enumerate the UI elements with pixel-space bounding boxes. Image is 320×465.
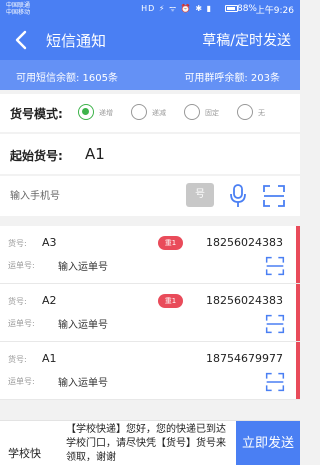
recipient-list: 货号: A3 重1 18256024383 运单号: 输入运单号 货号: A2 … (0, 226, 300, 400)
code-label: 货号: (8, 355, 27, 364)
code-value: A1 (42, 352, 57, 365)
balance-bar: 可用短信余额: 1605条 可用群呼余额: 203条 (0, 60, 300, 90)
call-balance: 可用群呼余额: 203条 (184, 73, 280, 84)
clock: 上午9:26 (255, 6, 294, 16)
list-item[interactable]: 货号: A3 重1 18256024383 运单号: 输入运单号 (0, 226, 300, 284)
code-mode-row: 货号模式: 递增 递减 固定 无 (0, 94, 300, 132)
waybill-input[interactable]: 输入运单号 (58, 258, 108, 273)
status-bar: 中国联通 中国移动 HD ⚡ ᯤ ⏰ ✱ ▮ 88% 上午9:26 (0, 0, 300, 20)
list-item[interactable]: 货号: A1 18754679977 运单号: 输入运单号 (0, 342, 300, 400)
code-value: A2 (42, 294, 57, 307)
send-now-button[interactable]: 立即发送 (236, 421, 300, 465)
radio-unchecked-icon (237, 104, 253, 120)
waybill-input[interactable]: 输入运单号 (58, 316, 108, 331)
radio-none-label: 无 (258, 109, 265, 117)
carrier-2: 中国移动 (6, 9, 31, 16)
repeat-badge: 重1 (158, 236, 183, 250)
phone-number: 18754679977 (206, 352, 283, 365)
scan-icon[interactable] (265, 314, 285, 334)
code-label: 货号: (8, 239, 27, 248)
battery-percent: 88% (236, 4, 257, 14)
radio-fixed-label: 固定 (205, 109, 219, 117)
start-code-value[interactable]: A1 (85, 145, 105, 163)
list-item[interactable]: 货号: A2 重1 18256024383 运单号: 输入运单号 (0, 284, 300, 342)
swipe-delete-indicator[interactable] (296, 226, 300, 283)
status-icons: HD ⚡ ᯤ ⏰ ✱ ▮ (141, 4, 212, 13)
swipe-delete-indicator[interactable] (296, 284, 300, 341)
bottom-bar: 学校快 【学校快递】您好，您的快递已到达学校门口，请尽快凭【货号】货号来领取，谢… (0, 420, 300, 465)
message-content[interactable]: 【学校快递】您好，您的快递已到达学校门口，请尽快凭【货号】货号来领取，谢谢 (66, 423, 233, 465)
template-name[interactable]: 学校快 (8, 445, 41, 461)
sms-balance: 可用短信余额: 1605条 (16, 73, 118, 84)
swipe-delete-indicator[interactable] (296, 342, 300, 399)
radio-increment-label: 递增 (99, 109, 113, 117)
page-title: 短信通知 (46, 32, 107, 50)
phone-input-row: 号 (0, 176, 300, 216)
start-code-label: 起始货号: (10, 149, 63, 163)
carrier-1: 中国联通 (6, 2, 31, 9)
code-value: A3 (42, 236, 57, 249)
phone-number: 18256024383 (206, 236, 283, 249)
radio-unchecked-icon (184, 104, 200, 120)
waybill-label: 运单号: (8, 261, 35, 270)
radio-decrement-label: 递减 (152, 109, 166, 117)
repeat-badge: 重1 (158, 294, 183, 308)
draft-scheduled-button[interactable]: 草稿/定时发送 (202, 30, 291, 50)
radio-checked-icon (78, 104, 94, 120)
start-code-row[interactable]: 起始货号: A1 (0, 134, 300, 174)
back-button[interactable] (10, 26, 34, 54)
phone-number: 18256024383 (206, 294, 283, 307)
code-label: 货号: (8, 297, 27, 306)
phone-input[interactable] (10, 186, 170, 206)
waybill-input[interactable]: 输入运单号 (58, 374, 108, 389)
microphone-icon[interactable] (229, 183, 247, 209)
code-mode-label: 货号模式: (10, 107, 63, 121)
scan-icon[interactable] (262, 184, 286, 208)
scan-icon[interactable] (265, 372, 285, 392)
scan-icon[interactable] (265, 256, 285, 276)
chevron-left-icon (15, 30, 27, 50)
waybill-label: 运单号: (8, 319, 35, 328)
radio-unchecked-icon (131, 104, 147, 120)
app-bar: 短信通知 草稿/定时发送 (0, 20, 300, 60)
carrier-info: 中国联通 中国移动 (6, 2, 30, 16)
waybill-label: 运单号: (8, 377, 35, 386)
code-button[interactable]: 号 (186, 183, 214, 207)
